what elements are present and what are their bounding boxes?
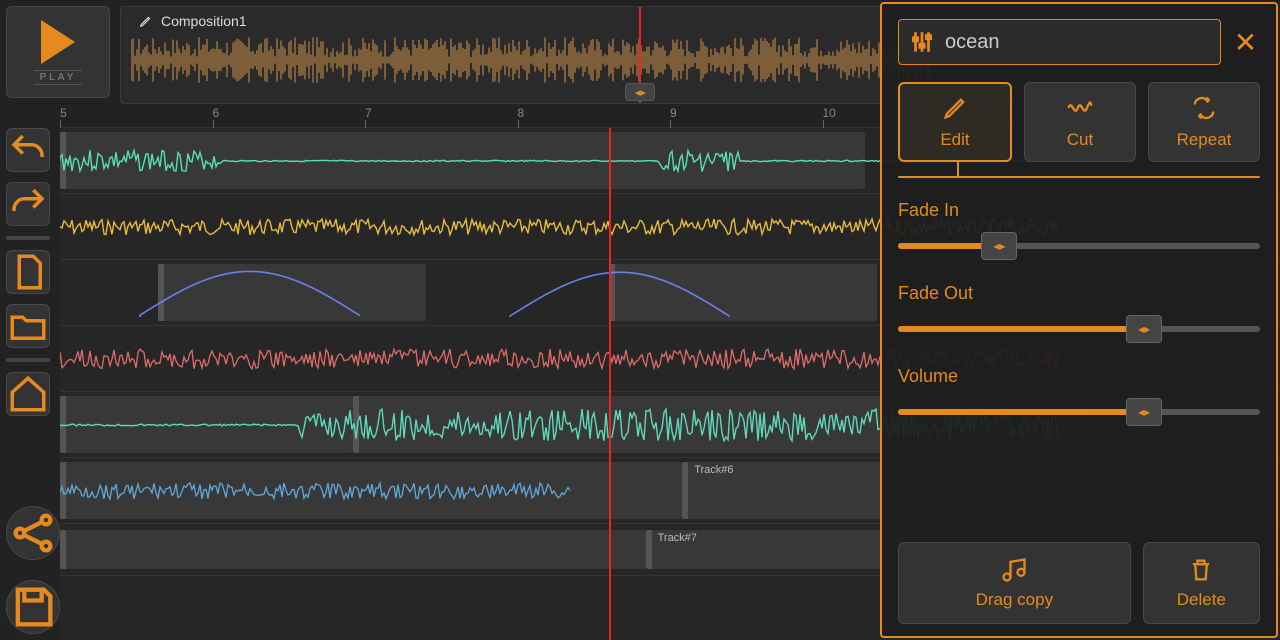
clip-3b[interactable] — [609, 264, 877, 321]
file-button[interactable] — [6, 250, 50, 294]
left-toolbar — [6, 128, 52, 634]
pencil-icon — [941, 94, 969, 122]
clip-6a[interactable] — [60, 462, 682, 519]
play-label: PLAY — [34, 70, 83, 85]
save-button[interactable] — [6, 580, 60, 634]
undo-button[interactable] — [6, 128, 50, 172]
close-panel-button[interactable]: ✕ — [1231, 26, 1260, 59]
clip-7b-label: Track#7 — [658, 532, 697, 544]
fade-out-thumb[interactable]: ◂▸ — [1126, 315, 1162, 343]
divider — [6, 236, 50, 240]
clip-name-box[interactable] — [898, 19, 1221, 65]
delete-label: Delete — [1177, 590, 1226, 610]
pencil-icon — [139, 14, 153, 28]
undo-icon — [7, 129, 49, 171]
share-icon — [7, 507, 59, 559]
composition-name-text: Composition1 — [161, 13, 247, 29]
home-button[interactable] — [6, 372, 50, 416]
overview-handle[interactable]: ◂▸ — [625, 83, 655, 101]
redo-icon — [7, 183, 49, 225]
play-icon — [41, 20, 75, 64]
redo-button[interactable] — [6, 182, 50, 226]
clip-name-input[interactable] — [945, 31, 1210, 54]
share-button[interactable] — [6, 506, 60, 560]
volume-thumb[interactable]: ◂▸ — [1126, 398, 1162, 426]
tab-underline — [898, 176, 1260, 178]
volume-label: Volume — [898, 366, 1260, 387]
overview-waveform — [131, 35, 931, 85]
tab-cut[interactable]: Cut — [1024, 82, 1136, 162]
play-button[interactable]: PLAY — [6, 6, 110, 98]
tab-edit[interactable]: Edit — [898, 82, 1012, 162]
tab-edit-label: Edit — [940, 130, 969, 150]
repeat-icon — [1190, 94, 1218, 122]
volume-slider[interactable]: ◂▸ — [898, 397, 1260, 427]
fade-in-label: Fade In — [898, 200, 1260, 221]
drag-copy-label: Drag copy — [976, 590, 1053, 610]
clip-7a[interactable] — [60, 530, 646, 569]
fade-out-slider[interactable]: ◂▸ — [898, 314, 1260, 344]
clip-5a[interactable] — [60, 396, 353, 453]
tab-cut-label: Cut — [1067, 130, 1093, 150]
tab-repeat-label: Repeat — [1177, 130, 1232, 150]
mixer-icon — [909, 29, 935, 55]
drag-copy-button[interactable]: Drag copy — [898, 542, 1131, 624]
clip-6b-label: Track#6 — [694, 464, 733, 476]
folder-button[interactable] — [6, 304, 50, 348]
tab-repeat[interactable]: Repeat — [1148, 82, 1260, 162]
fade-out-label: Fade Out — [898, 283, 1260, 304]
clip-3a[interactable] — [158, 264, 426, 321]
wave-icon — [1066, 94, 1094, 122]
file-icon — [7, 251, 49, 293]
fade-in-slider[interactable]: ◂▸ — [898, 231, 1260, 261]
divider — [6, 358, 50, 362]
fade-in-thumb[interactable]: ◂▸ — [981, 232, 1017, 260]
trash-icon — [1187, 556, 1215, 584]
playhead-cursor[interactable] — [609, 128, 611, 640]
music-note-icon — [1000, 556, 1028, 584]
edit-panel: ✕ Edit Cut Repeat Fade In ◂▸ Fade Out ◂▸ — [880, 2, 1278, 638]
folder-icon — [7, 305, 49, 347]
delete-button[interactable]: Delete — [1143, 542, 1260, 624]
save-icon — [7, 581, 59, 633]
home-icon — [7, 373, 49, 415]
clip-1[interactable] — [60, 132, 865, 189]
composition-title[interactable]: Composition1 — [139, 13, 247, 29]
